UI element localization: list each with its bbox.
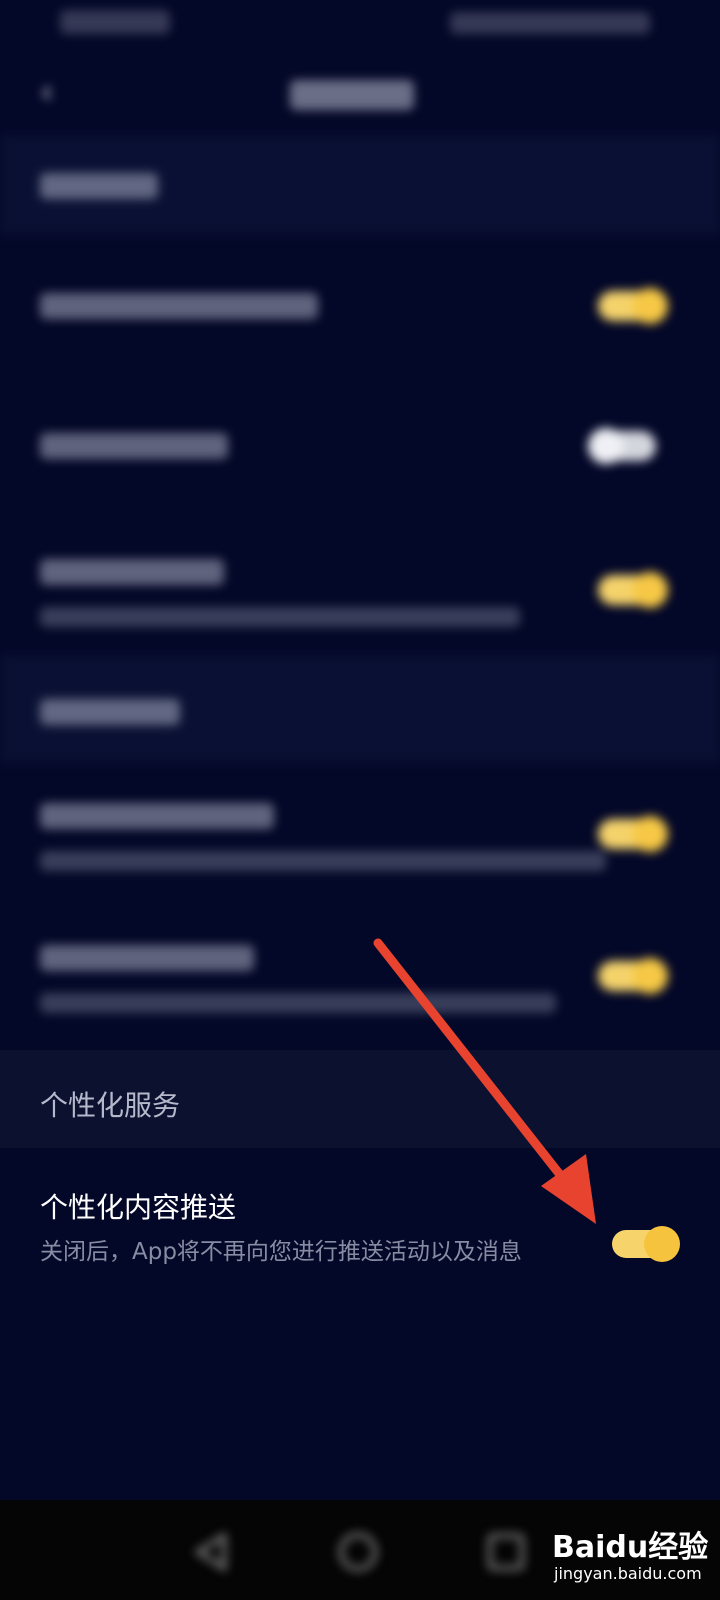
personal-push-title: 个性化内容推送 xyxy=(40,1191,237,1224)
section-label xyxy=(40,699,180,725)
personal-push-subtitle: 关闭后，App将不再向您进行推送活动以及消息 xyxy=(40,1239,522,1265)
settings-row[interactable] xyxy=(0,515,720,655)
page-title xyxy=(290,80,414,110)
baidu-watermark: Baidu经验 jingyan.baidu.com xyxy=(552,1518,712,1590)
row-title xyxy=(40,293,318,319)
status-bar xyxy=(0,0,720,50)
row-title xyxy=(40,945,254,971)
toggle-switch[interactable] xyxy=(598,958,668,994)
settings-row[interactable] xyxy=(0,235,720,375)
settings-row[interactable] xyxy=(0,375,720,515)
row-subtitle xyxy=(40,993,556,1013)
personal-push-toggle[interactable] xyxy=(612,1226,680,1262)
toggle-switch[interactable] xyxy=(598,288,668,324)
personal-section-label: 个性化服务 xyxy=(40,1089,181,1122)
toggle-switch[interactable] xyxy=(588,428,656,464)
settings-row[interactable] xyxy=(0,903,720,1050)
row-subtitle xyxy=(40,607,520,627)
personal-section-header: 个性化服务 xyxy=(0,1050,720,1148)
settings-row[interactable] xyxy=(0,763,720,903)
toggle-switch[interactable] xyxy=(598,816,668,852)
watermark-url: jingyan.baidu.com xyxy=(554,1564,702,1583)
section-label xyxy=(40,173,158,199)
row-title xyxy=(40,803,274,829)
personal-push-row[interactable]: 个性化内容推送 关闭后，App将不再向您进行推送活动以及消息 xyxy=(0,1148,720,1268)
toggle-knob xyxy=(644,1226,680,1262)
nav-home-icon[interactable] xyxy=(336,1530,380,1574)
nav-back-icon[interactable] xyxy=(190,1530,234,1574)
status-icons xyxy=(450,12,650,34)
row-subtitle xyxy=(40,851,606,871)
row-title xyxy=(40,559,224,585)
back-arrow-icon[interactable]: ‹ xyxy=(40,72,80,112)
watermark-logo: Baidu经验 xyxy=(552,1530,709,1565)
row-title xyxy=(40,433,228,459)
status-time xyxy=(60,10,170,34)
toggle-switch[interactable] xyxy=(598,572,668,608)
section-header xyxy=(0,655,720,763)
section-header xyxy=(0,135,720,235)
nav-recent-icon[interactable] xyxy=(484,1530,528,1574)
